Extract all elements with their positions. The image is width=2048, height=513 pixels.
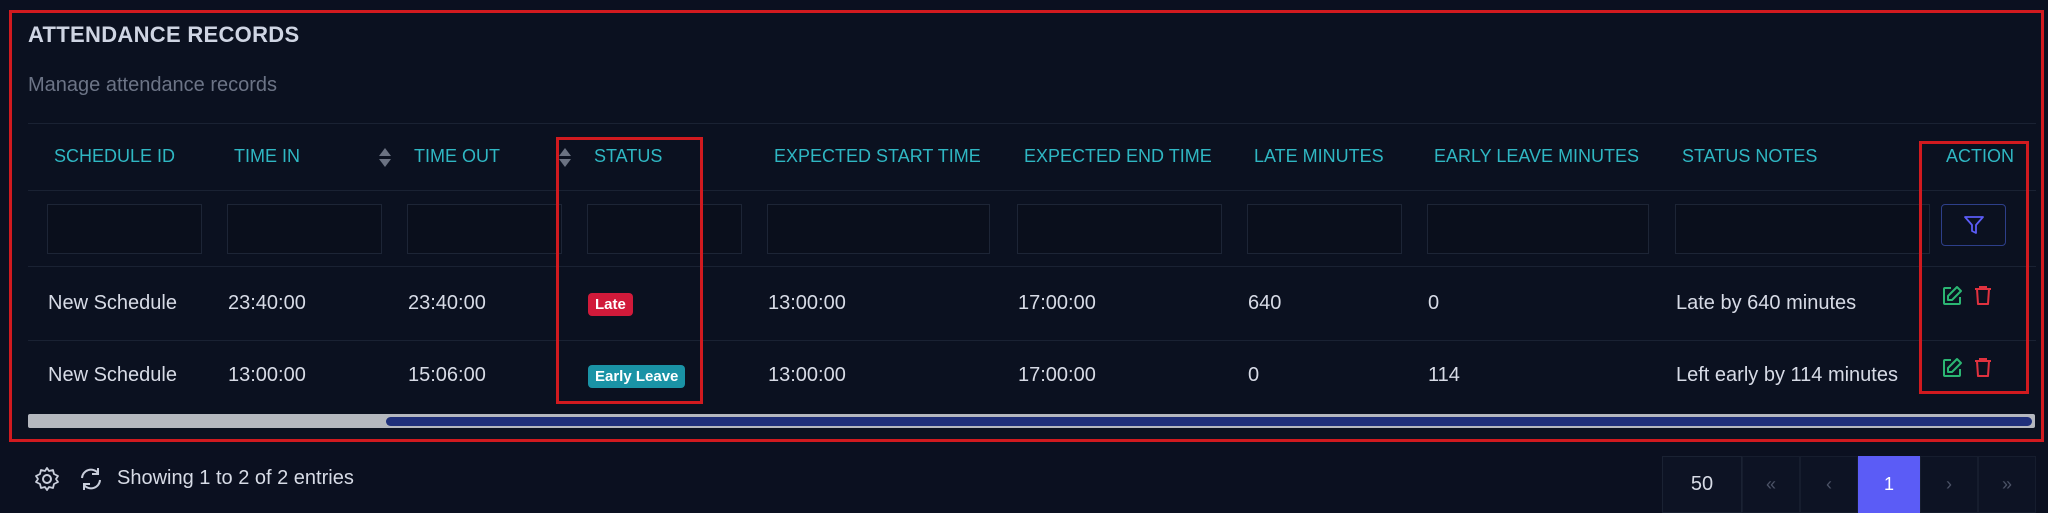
filter-input-status[interactable] [587, 204, 742, 254]
divider [28, 340, 2036, 341]
sort-icon[interactable] [559, 148, 571, 170]
filter-button[interactable] [1941, 204, 2006, 246]
column-header-expected-start-time[interactable]: EXPECTED START TIME [774, 146, 981, 167]
cell-early-leave-minutes: 114 [1428, 364, 1460, 386]
page-subtitle: Manage attendance records [28, 74, 278, 96]
filter-input-time-in[interactable] [227, 204, 382, 254]
filter-input-late-minutes[interactable] [1247, 204, 1402, 254]
cell-expected-end-time: 17:00:00 [1018, 364, 1096, 386]
cell-time-out: 23:40:00 [408, 292, 486, 314]
edit-icon[interactable] [1941, 285, 1963, 307]
trash-icon[interactable] [1972, 356, 1994, 378]
column-header-status-notes[interactable]: STATUS NOTES [1682, 146, 1817, 167]
cell-time-in: 23:40:00 [228, 292, 306, 314]
column-header-expected-end-time[interactable]: EXPECTED END TIME [1024, 146, 1212, 167]
filter-input-expected-start-time[interactable] [767, 204, 990, 254]
cell-late-minutes: 640 [1248, 292, 1282, 314]
column-header-schedule-id[interactable]: SCHEDULE ID [54, 146, 175, 167]
cell-expected-start-time: 13:00:00 [768, 292, 846, 314]
divider [28, 123, 2036, 124]
column-header-action: ACTION [1946, 146, 2015, 166]
status-badge: Late [588, 293, 633, 316]
trash-icon[interactable] [1972, 284, 1994, 306]
filter-input-time-out[interactable] [407, 204, 562, 254]
cell-time-out: 15:06:00 [408, 364, 486, 386]
prev-page-button[interactable]: ‹ [1800, 456, 1858, 513]
column-header-late-minutes[interactable]: LATE MINUTES [1254, 146, 1384, 167]
filter-input-early-leave-minutes[interactable] [1427, 204, 1649, 254]
cell-late-minutes: 0 [1248, 364, 1260, 386]
status-badge: Early Leave [588, 365, 686, 388]
cell-status-notes: Left early by 114 minutes [1676, 364, 1898, 386]
gear-icon[interactable] [34, 466, 60, 492]
first-page-button[interactable]: « [1742, 456, 1800, 513]
refresh-icon[interactable] [77, 466, 105, 492]
cell-expected-end-time: 17:00:00 [1018, 292, 1096, 314]
divider [28, 266, 2036, 267]
page-size-select[interactable]: 50 [1662, 456, 1742, 513]
entries-summary: Showing 1 to 2 of 2 entries [117, 467, 354, 489]
page-title: ATTENDANCE RECORDS [28, 22, 300, 47]
next-page-button[interactable]: › [1920, 456, 1978, 513]
cell-expected-start-time: 13:00:00 [768, 364, 846, 386]
column-header-early-leave-minutes[interactable]: EARLY LEAVE MINUTES [1434, 146, 1639, 167]
column-header-time-out[interactable]: TIME OUT [414, 146, 500, 167]
cell-schedule-id: New Schedule [48, 364, 177, 386]
edit-icon[interactable] [1941, 357, 1963, 379]
cell-schedule-id: New Schedule [48, 292, 177, 314]
scrollbar-thumb[interactable] [386, 417, 2032, 426]
cell-time-in: 13:00:00 [228, 364, 306, 386]
last-page-button[interactable]: » [1978, 456, 2036, 513]
column-header-status[interactable]: STATUS [594, 146, 662, 167]
filter-input-status-notes[interactable] [1675, 204, 1930, 254]
cell-early-leave-minutes: 0 [1428, 292, 1440, 314]
filter-icon [1963, 216, 1984, 234]
column-header-time-in[interactable]: TIME IN [234, 146, 300, 167]
sort-icon[interactable] [379, 148, 391, 170]
page-1-button[interactable]: 1 [1858, 456, 1920, 513]
filter-input-expected-end-time[interactable] [1017, 204, 1222, 254]
cell-status-notes: Late by 640 minutes [1676, 292, 1857, 314]
divider [28, 190, 2036, 191]
filter-input-schedule-id[interactable] [47, 204, 202, 254]
